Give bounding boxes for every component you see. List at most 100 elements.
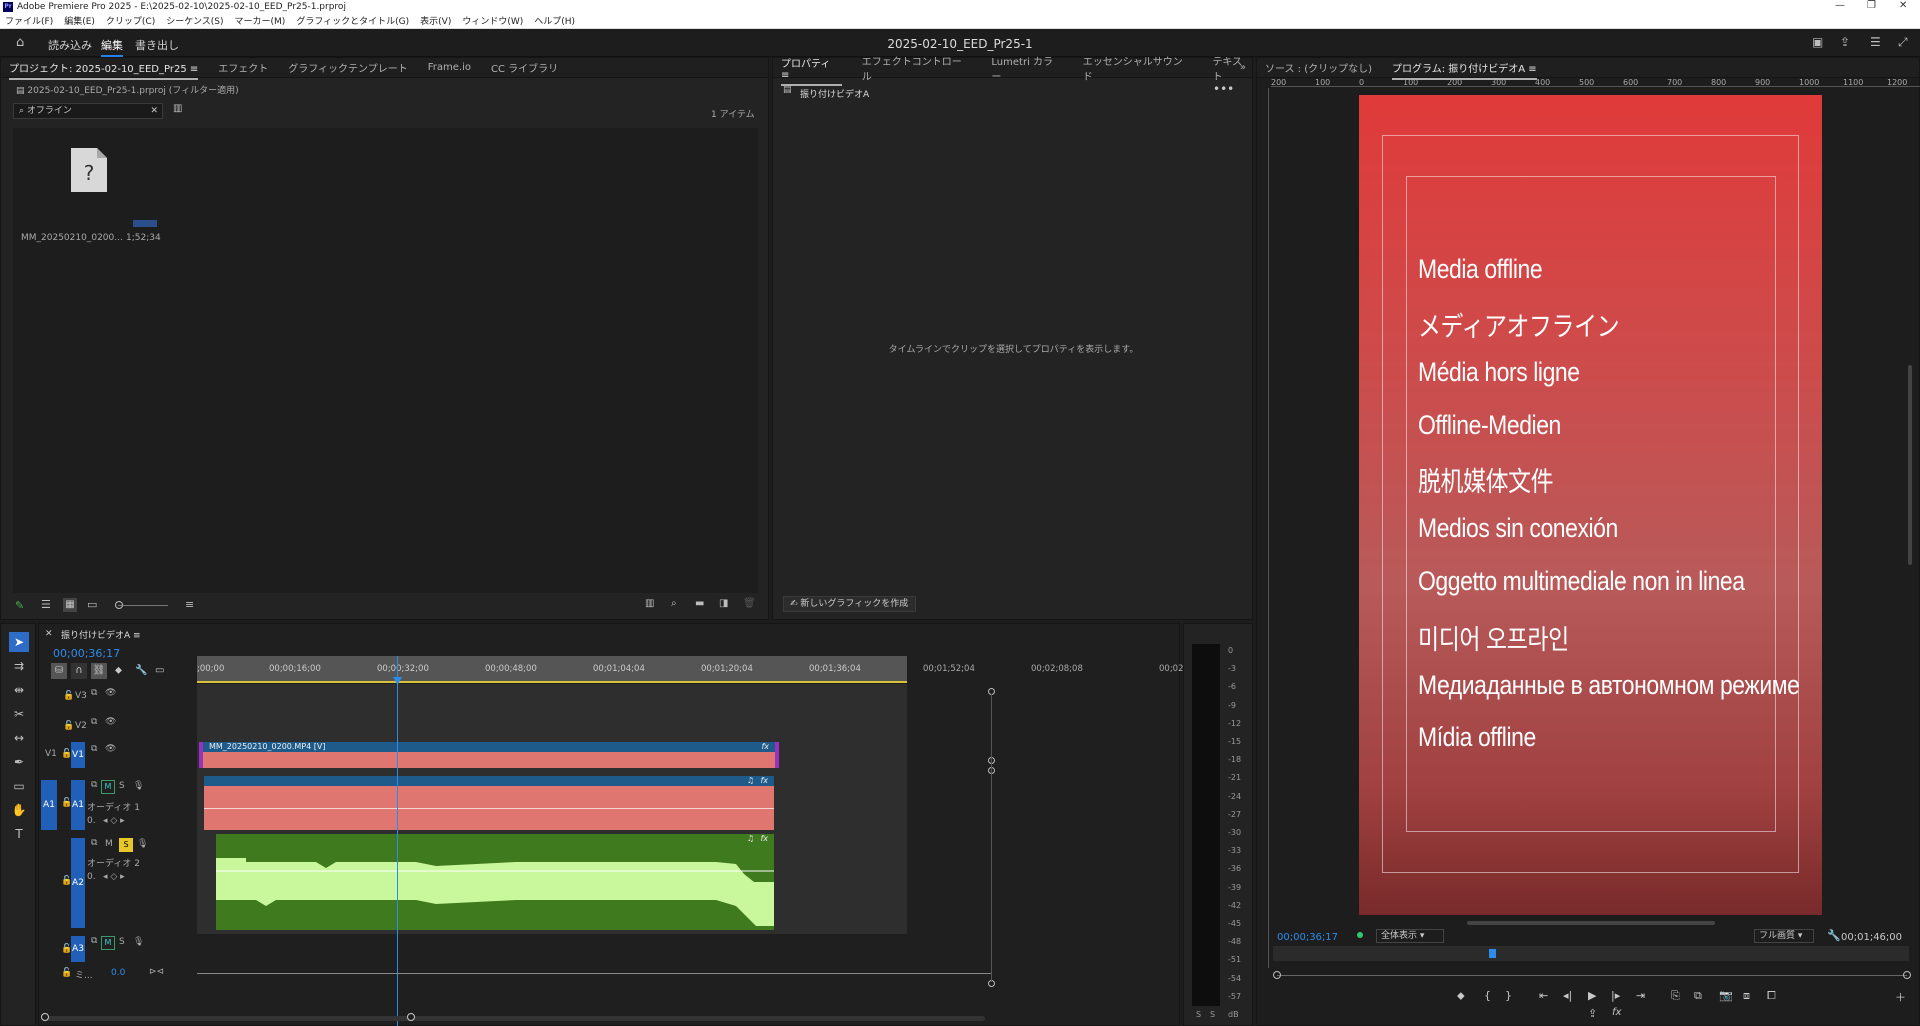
menu-item-3[interactable]: シーケンス(S) [166,14,223,27]
eye-icon[interactable]: 👁 [105,688,116,698]
multicam-icon[interactable]: ⧠ [1767,989,1776,1003]
type-tool-icon[interactable]: T [9,824,29,844]
close-icon[interactable]: ✕ [1899,0,1907,11]
tab-lumetri[interactable]: Lumetri カラー [991,53,1062,83]
monitor-mini-timeline[interactable] [1273,946,1909,961]
mute-button[interactable]: M [105,839,113,849]
tab-effect-controls[interactable]: エフェクトコントロール [862,53,972,83]
item-name[interactable]: MM_20250210_0200... [21,233,123,243]
rectangle-tool-icon[interactable]: ▭ [9,776,29,796]
export-icon[interactable]: ⇪ [1588,1007,1597,1020]
overwrite-icon[interactable]: ⧉ [1694,989,1702,1003]
solo-button[interactable]: S [119,937,125,947]
captions-icon[interactable]: ▭ [155,665,164,676]
volume-value[interactable]: 0. [87,816,96,826]
mix-level-line[interactable] [197,973,992,974]
hand-tool-icon[interactable]: ✋ [9,800,29,820]
monitor-zoom-bar[interactable] [1277,975,1907,976]
keyframe-nav-icon[interactable]: ◂ ◇ ▸ [103,816,125,826]
fx-icon[interactable]: fx [1612,1007,1621,1018]
menu-item-4[interactable]: マーカー(M) [235,14,286,27]
sync-lock-icon[interactable]: ⧉ [91,744,97,754]
mic-icon[interactable]: 🎙 [133,937,144,947]
audio-clip-a1[interactable]: ♫ fx [204,776,774,830]
fullscreen-icon[interactable]: ⤢ [1898,36,1908,48]
solo-button-active[interactable]: S [119,838,133,852]
menu-item-1[interactable]: 編集(E) [64,14,95,27]
audio-clip-a2[interactable]: ♫ fx [216,834,774,930]
list-view-icon[interactable]: ☰ [41,599,51,610]
sort-icon[interactable]: ≡ [185,599,194,610]
volume-value[interactable]: 0. [87,872,96,882]
new-graphic-button[interactable]: ✍ 新しいグラフィックを作成 [783,596,916,612]
tab-source[interactable]: ソース : (クリップなし) [1265,60,1372,75]
ripple-edit-tool-icon[interactable]: ⇹ [9,680,29,700]
zoom-slider-handle[interactable] [115,601,123,609]
solo-button[interactable]: S [119,781,125,791]
clear-search-icon[interactable]: ✕ [150,104,158,118]
minimize-icon[interactable]: — [1835,0,1845,11]
tab-project[interactable]: プロジェクト: 2025-02-10_EED_Pr25 ≡ [9,60,199,80]
restore-icon[interactable]: ❐ [1867,0,1876,11]
mute-button[interactable]: M [101,780,115,794]
tab-effects[interactable]: エフェクト [218,60,268,75]
play-icon[interactable]: ▶ [1588,989,1596,1002]
monitor-playhead[interactable] [1489,949,1496,958]
trash-icon[interactable]: 🗑 [743,599,756,609]
timeline-hscroll[interactable] [45,1016,985,1021]
lock-icon[interactable]: 🔓 [63,721,74,731]
menu-item-0[interactable]: ファイル(F) [5,14,53,27]
solo-left[interactable]: S [1196,1010,1201,1019]
step-back-icon[interactable]: ◂| [1563,989,1572,1002]
monitor-zoom-left-handle[interactable] [1273,971,1281,979]
timeline-tab[interactable]: 振り付けビデオA ≡ [61,628,141,641]
more-tabs-icon[interactable]: » [1240,62,1246,73]
timeline-timecode[interactable]: 00;00;36;17 [53,647,120,660]
button-editor-icon[interactable]: ＋ [1895,989,1906,1005]
lock-icon[interactable]: 🔓 [61,968,72,978]
tab-properties[interactable]: プロパティ ≡ [781,55,842,86]
zoom-slider[interactable] [118,605,168,606]
mic-icon[interactable]: 🎙 [133,781,144,791]
snap-icon[interactable]: ∩ [71,663,87,679]
tab-graphic-templates[interactable]: グラフィックテンプレート [288,60,408,75]
solo-right[interactable]: S [1210,1010,1215,1019]
menu-item-7[interactable]: ウィンドウ(W) [462,14,523,27]
offline-file-icon[interactable]: ? [71,148,107,192]
add-marker-icon[interactable]: ⬥ [1457,989,1465,1003]
video-clip[interactable]: MM_20250210_0200.MP4 [V] fx [199,742,779,768]
sync-lock-icon[interactable]: ⧉ [91,780,97,790]
track-a2-label[interactable]: A2 [71,838,85,928]
razor-tool-icon[interactable]: ✂ [9,704,29,724]
sync-lock-icon[interactable]: ⧉ [91,838,97,848]
insert-icon[interactable]: ⎘ [1671,989,1680,1003]
source-v1-label[interactable]: V1 [45,749,57,759]
add-marker-timeline-icon[interactable]: ⬥ [115,665,122,676]
mark-out-icon[interactable]: } [1505,989,1512,1002]
pen-tool-icon[interactable]: ✒ [9,752,29,772]
pencil-icon[interactable]: ✎ [15,600,24,611]
timeline-hscroll-left-handle[interactable] [41,1013,49,1021]
icon-view-icon[interactable]: ▦ [63,598,77,612]
track-a3-label[interactable]: A3 [71,936,85,962]
find-icon[interactable]: ⌕ [671,599,677,609]
tab-essential-sound[interactable]: エッセンシャルサウンド [1083,53,1193,83]
linked-selection-icon[interactable]: ⛓ [91,663,107,679]
more-options-icon[interactable]: ••• [1213,82,1234,96]
track-a1-label[interactable]: A1 [71,780,85,830]
new-bin-from-search-icon[interactable]: ▥ [173,104,182,114]
mix-value[interactable]: 0.0 [111,968,125,978]
step-forward-icon[interactable]: |▸ [1611,989,1620,1002]
mute-button[interactable]: M [101,936,115,950]
settings-icon[interactable]: ☰ [1870,36,1881,48]
menu-item-5[interactable]: グラフィックとタイトル(G) [296,14,409,27]
sync-lock-icon[interactable]: ⧉ [91,936,97,946]
volume-rubber-band[interactable] [204,808,774,809]
timeline-settings-icon[interactable]: 🔧 [135,665,147,676]
search-field[interactable]: ⌕ オフライン ✕ [13,103,163,119]
source-a1-label[interactable]: A1 [41,780,57,830]
wrench-icon[interactable]: 🔧 [1827,930,1841,941]
playhead-line[interactable] [397,656,398,1026]
eye-icon[interactable]: 👁 [105,717,116,727]
track-select-tool-icon[interactable]: ⇉ [9,656,29,676]
